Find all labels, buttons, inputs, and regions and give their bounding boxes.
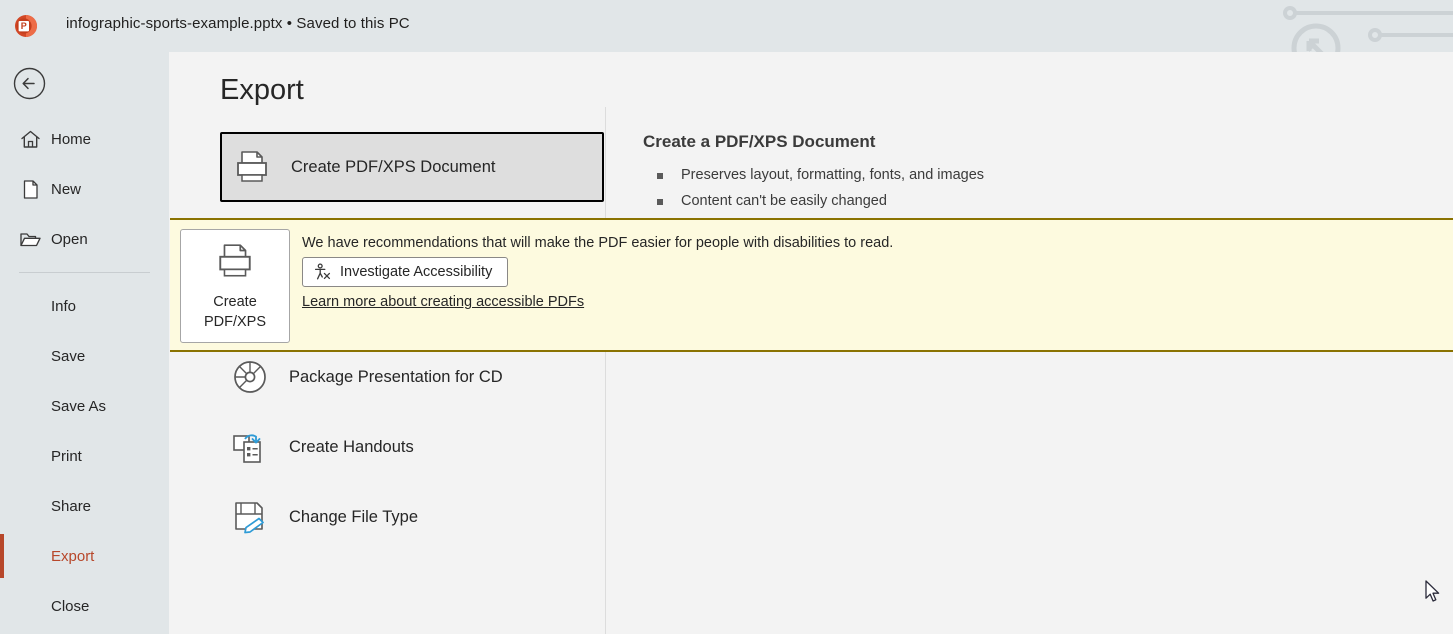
sidebar-item-label: Close bbox=[51, 597, 90, 615]
cd-disc-icon bbox=[230, 357, 270, 397]
investigate-button-label: Investigate Accessibility bbox=[340, 264, 493, 280]
sidebar-item-close[interactable]: Close bbox=[0, 581, 169, 631]
create-button-line1: Create bbox=[213, 293, 257, 310]
sidebar-item-save-as[interactable]: Save As bbox=[0, 381, 169, 431]
page-title: Export bbox=[220, 74, 304, 106]
sidebar-item-share[interactable]: Share bbox=[0, 481, 169, 531]
sidebar-item-label: Open bbox=[51, 230, 88, 248]
sidebar-item-label: Home bbox=[51, 130, 92, 148]
sidebar-item-label: Export bbox=[51, 547, 95, 565]
pdf-printer-icon bbox=[214, 241, 256, 286]
svg-text:P: P bbox=[21, 21, 27, 31]
document-title: infographic-sports-example.pptx • Saved … bbox=[66, 15, 410, 32]
accessibility-notice-bar: Create PDF/XPS We have recommendations t… bbox=[170, 218, 1453, 352]
decorative-circuit-graphic bbox=[1263, 0, 1453, 52]
accessibility-checker-icon bbox=[313, 263, 331, 281]
new-document-icon bbox=[19, 178, 41, 200]
sidebar-item-info[interactable]: Info bbox=[0, 281, 169, 331]
powerpoint-logo-icon: P bbox=[14, 14, 38, 38]
detail-bullet-item: Content can't be easily changed bbox=[651, 188, 984, 214]
export-option-create-handouts[interactable]: Create Handouts bbox=[220, 412, 604, 482]
detail-bullet-item: Preserves layout, formatting, fonts, and… bbox=[651, 162, 984, 188]
sidebar-item-save[interactable]: Save bbox=[0, 331, 169, 381]
export-option-create-pdf-xps[interactable]: Create PDF/XPS Document bbox=[220, 132, 604, 202]
detail-heading: Create a PDF/XPS Document bbox=[643, 132, 876, 151]
sidebar-divider bbox=[19, 272, 150, 273]
handouts-icon bbox=[230, 427, 270, 467]
back-arrow-icon[interactable] bbox=[13, 67, 46, 100]
backstage-sidebar: Home New Open Info Save Save As Print Sh… bbox=[0, 52, 169, 634]
sidebar-item-label: Print bbox=[51, 447, 82, 465]
change-file-type-icon bbox=[230, 497, 270, 537]
sidebar-item-home[interactable]: Home bbox=[0, 114, 169, 164]
powerpoint-backstage-window: P infographic-sports-example.pptx • Save… bbox=[0, 0, 1453, 634]
mouse-pointer-icon bbox=[1425, 580, 1442, 610]
accessibility-message: We have recommendations that will make t… bbox=[302, 235, 894, 251]
home-icon bbox=[19, 128, 41, 150]
open-folder-icon bbox=[19, 228, 41, 250]
learn-more-link[interactable]: Learn more about creating accessible PDF… bbox=[302, 294, 584, 310]
sidebar-item-new[interactable]: New bbox=[0, 164, 169, 214]
create-pdf-xps-button[interactable]: Create PDF/XPS bbox=[180, 229, 290, 343]
sidebar-item-label: Save bbox=[51, 347, 86, 365]
sidebar-item-print[interactable]: Print bbox=[0, 431, 169, 481]
vertical-divider bbox=[605, 107, 606, 634]
create-button-line2: PDF/XPS bbox=[203, 313, 267, 330]
sidebar-item-label: Info bbox=[51, 297, 77, 315]
sidebar-nav-list: Home New Open Info Save Save As Print Sh… bbox=[0, 114, 169, 631]
pdf-printer-icon bbox=[232, 147, 272, 187]
export-option-package-for-cd[interactable]: Package Presentation for CD bbox=[220, 342, 604, 412]
sidebar-item-label: Save As bbox=[51, 397, 107, 415]
export-option-change-file-type[interactable]: Change File Type bbox=[220, 482, 604, 552]
sidebar-item-open[interactable]: Open bbox=[0, 214, 169, 264]
sidebar-item-export[interactable]: Export bbox=[0, 531, 169, 581]
sidebar-item-label: Share bbox=[51, 497, 92, 515]
title-bar: P infographic-sports-example.pptx • Save… bbox=[0, 0, 1453, 52]
investigate-accessibility-button[interactable]: Investigate Accessibility bbox=[302, 257, 508, 287]
